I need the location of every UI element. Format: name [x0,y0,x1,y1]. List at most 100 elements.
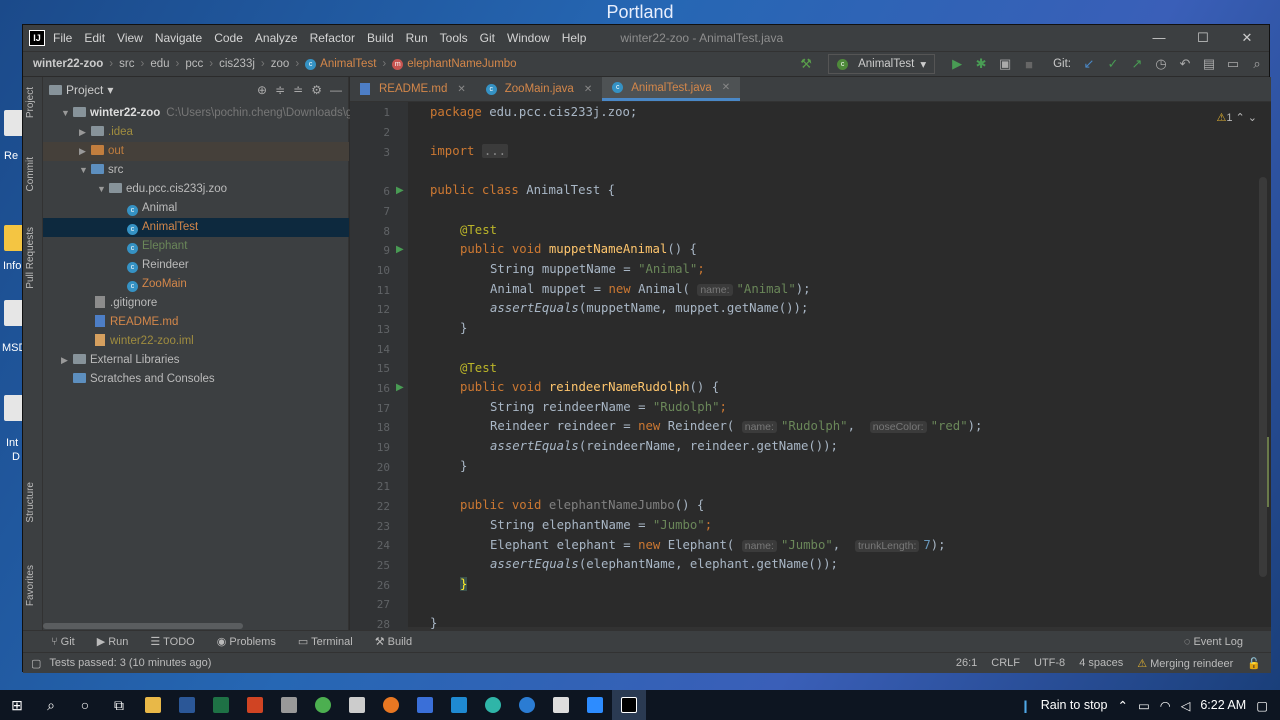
desktop-icon[interactable] [4,110,24,136]
git-commit-icon[interactable]: ✓ [1101,56,1125,72]
tree-node-animaltest[interactable]: c AnimalTest [43,218,349,237]
chevron-right-icon[interactable]: ▶ [79,123,91,142]
rollback-icon[interactable]: ↶ [1173,56,1197,72]
menu-refactor[interactable]: Refactor [310,31,355,45]
project-structure-icon[interactable]: ▤ [1197,56,1221,72]
taskbar-app-mail[interactable] [272,690,306,720]
desktop-icon[interactable] [4,225,24,251]
chevron-down-icon[interactable]: ▼ [97,180,109,199]
taskbar-app-chrome[interactable] [306,690,340,720]
chevron-right-icon[interactable]: ▶ [61,351,73,370]
menu-edit[interactable]: Edit [84,31,105,45]
tab-project[interactable]: Project [25,87,36,118]
taskbar-app-explorer[interactable] [136,690,170,720]
taskbar-app-calculator[interactable] [340,690,374,720]
hammer-icon[interactable]: ⚒ [794,56,818,72]
breadcrumb-item[interactable]: AnimalTest [320,58,376,70]
indent-setting[interactable]: 4 spaces [1079,657,1123,670]
taskbar-app-orange[interactable] [374,690,408,720]
maximize-button[interactable]: ☐ [1181,30,1225,46]
chevron-down-icon[interactable]: ▼ [79,161,91,180]
menu-analyze[interactable]: Analyze [255,31,298,45]
panel-toggle-icon[interactable]: ▢ [31,657,41,670]
taskbar-app-v2[interactable] [408,690,442,720]
run-gutter-icon[interactable]: ▶ [396,383,406,393]
close-button[interactable]: ✕ [1225,30,1269,46]
breadcrumb-item[interactable]: zoo [271,58,290,70]
search-icon[interactable]: ⌕ [1245,56,1269,72]
run-gutter-icon[interactable]: ▶ [396,245,406,255]
taskbar-app-vscode[interactable] [442,690,476,720]
tree-node-zoomain[interactable]: c ZooMain [43,275,349,294]
tree-node-package[interactable]: ▼ edu.pcc.cis233j.zoo [43,180,349,199]
locate-icon[interactable]: ⊕ [257,83,267,97]
windows-start-icon[interactable]: ⊞ [0,690,34,720]
tab-animaltest[interactable]: c AnimalTest.java ✕ [602,77,741,101]
tree-node-external-libraries[interactable]: ▶ External Libraries [43,351,349,370]
status-message[interactable]: Tests passed: 3 (10 minutes ago) [49,657,211,669]
breadcrumb-item[interactable]: winter22-zoo [33,58,103,70]
debug-icon[interactable]: ✱ [969,56,993,72]
gear-icon[interactable]: ⚙ [311,83,322,97]
tree-node-out[interactable]: ▶ out [43,142,349,161]
taskbar-app-zoom[interactable] [578,690,612,720]
tree-node-animal[interactable]: c Animal [43,199,349,218]
file-encoding[interactable]: UTF-8 [1034,657,1065,670]
taskbar-app-edge[interactable] [476,690,510,720]
stop-icon[interactable]: ■ [1017,57,1041,72]
tree-node-src[interactable]: ▼ src [43,161,349,180]
menu-tools[interactable]: Tools [440,31,468,45]
tree-node-readme[interactable]: README.md [43,313,349,332]
tab-favorites[interactable]: Favorites [25,565,36,606]
cortana-icon[interactable]: ○ [68,690,102,720]
chevron-up-icon[interactable]: ⌃ [1117,698,1127,713]
git-branch-widget[interactable]: ⚠ Merging reindeer [1137,657,1233,670]
lock-icon[interactable]: 🔓 [1247,657,1261,670]
close-icon[interactable]: ✕ [584,84,592,95]
coverage-icon[interactable]: ▣ [993,56,1017,72]
run-gutter-icon[interactable]: ▶ [396,186,406,196]
code-editor[interactable]: README.md ✕ c ZooMain.java ✕ c AnimalTest.ja… [350,77,1271,647]
menu-run[interactable]: Run [406,31,428,45]
task-view-icon[interactable]: ⧉ [102,690,136,720]
taskbar-app-intellij[interactable] [612,690,646,720]
tree-node-scratches[interactable]: Scratches and Consoles [43,370,349,389]
vertical-scrollbar[interactable] [1259,177,1267,577]
breadcrumb-item[interactable]: pcc [185,58,203,70]
menu-help[interactable]: Help [562,31,587,45]
project-panel-title[interactable]: Project [66,83,103,97]
tab-pull-requests[interactable]: Pull Requests [25,227,36,289]
tool-problems[interactable]: ◉ Problems [217,635,276,648]
horizontal-scrollbar[interactable] [43,623,243,629]
history-icon[interactable]: ◷ [1149,56,1173,72]
collapse-all-icon[interactable]: ≐ [293,83,303,97]
tool-git[interactable]: ⑂ Git [51,636,75,648]
tab-zoomain[interactable]: c ZooMain.java ✕ [476,77,602,101]
menu-git[interactable]: Git [480,31,495,45]
tree-node-root[interactable]: ▼ winter22-zoo C:\Users\pochin.cheng\Downl… [43,104,355,123]
folded-imports[interactable]: ... [481,144,509,158]
desktop-icon[interactable] [4,395,24,421]
tab-readme[interactable]: README.md ✕ [350,77,476,101]
tree-node-iml[interactable]: winter22-zoo.iml [43,332,349,351]
caret-position[interactable]: 26:1 [956,657,977,670]
chevron-down-icon[interactable]: ▼ [61,104,73,123]
clock[interactable]: 6:22 AM [1200,698,1246,712]
chevron-down-icon[interactable]: ▾ [107,83,113,97]
menu-navigate[interactable]: Navigate [155,31,202,45]
desktop-icon[interactable] [4,300,24,326]
chevron-right-icon[interactable]: ▶ [79,142,91,161]
git-push-icon[interactable]: ↗ [1125,56,1149,72]
taskbar-app-word[interactable] [170,690,204,720]
search-icon[interactable]: ⌕ [34,690,68,720]
taskbar-app-edge-blue[interactable] [510,690,544,720]
inspection-widget[interactable]: ⚠1 ⌃ ⌄ [1216,111,1257,124]
tab-commit[interactable]: Commit [25,157,36,191]
breadcrumb-item[interactable]: elephantNameJumbo [407,58,516,70]
tree-node-reindeer[interactable]: c Reindeer [43,256,349,275]
breadcrumb-item[interactable]: src [119,58,134,70]
close-icon[interactable]: ✕ [722,82,730,93]
menu-code[interactable]: Code [214,31,243,45]
tool-terminal[interactable]: ▭ Terminal [298,635,353,648]
wifi-icon[interactable]: ◠ [1160,698,1171,713]
